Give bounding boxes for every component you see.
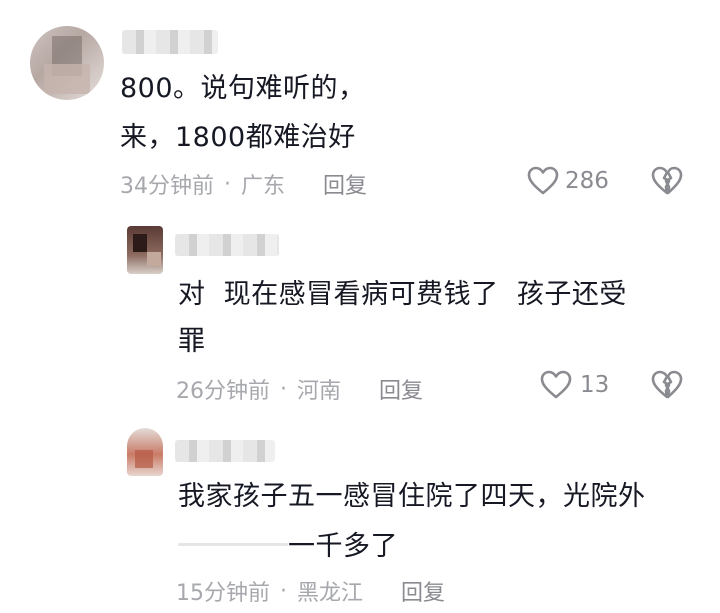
like-button[interactable]: 13 <box>540 370 609 400</box>
comment-text-line-2: 罪 <box>178 326 206 357</box>
comment-meta: 34分钟前 · 广东 回复 <box>120 168 367 200</box>
meta-separator: · <box>280 376 287 402</box>
comment-1: 800。说句难听的， 来，1800都难治好 34分钟前 · 广东 回复 286 <box>0 0 720 210</box>
username-redacted[interactable] <box>175 234 279 256</box>
dislike-button[interactable] <box>651 370 683 404</box>
comment-location: 黑龙江 <box>297 581 364 606</box>
comment-time: 15分钟前 <box>176 581 270 606</box>
comment-time: 26分钟前 <box>176 379 270 404</box>
comment-text-line-1: 对 现在感冒看病可费钱了 孩子还受 <box>178 279 627 310</box>
like-count: 286 <box>565 168 609 194</box>
meta-separator: · <box>280 578 287 604</box>
like-button[interactable]: 286 <box>527 166 609 196</box>
heart-outline-icon <box>540 370 572 399</box>
comment-location: 广东 <box>241 174 286 199</box>
reply-button[interactable]: 回复 <box>379 373 423 405</box>
like-count: 13 <box>580 372 610 398</box>
comment-text-line-2: 一千多了 <box>288 531 398 562</box>
comment-meta: 15分钟前 · 黑龙江 回复 <box>176 575 445 607</box>
comment-location: 河南 <box>297 379 342 404</box>
comment-3: 我家孩子五一感冒住院了四天，光院外 一千多了 15分钟前 · 黑龙江 回复 <box>0 410 720 613</box>
broken-heart-icon <box>651 370 683 399</box>
comment-time: 34分钟前 <box>120 174 214 199</box>
comment-2: 对 现在感冒看病可费钱了 孩子还受 罪 26分钟前 · 河南 回复 13 <box>0 210 720 410</box>
comment-text-line-2: 来，1800都难治好 <box>120 122 356 153</box>
reply-button[interactable]: 回复 <box>401 575 445 607</box>
username-redacted[interactable] <box>175 440 275 462</box>
avatar[interactable] <box>30 26 104 100</box>
broken-heart-icon <box>651 166 683 195</box>
redaction-mark <box>178 543 288 546</box>
username-redacted[interactable] <box>122 30 218 54</box>
comment-meta: 26分钟前 · 河南 回复 <box>176 373 423 405</box>
comment-text-line-1: 我家孩子五一感冒住院了四天，光院外 <box>178 481 646 512</box>
avatar[interactable] <box>127 226 163 274</box>
heart-outline-icon <box>527 166 559 195</box>
dislike-button[interactable] <box>651 166 683 200</box>
comment-text-line-1: 800。说句难听的， <box>120 73 366 104</box>
avatar[interactable] <box>127 428 163 476</box>
reply-button[interactable]: 回复 <box>323 168 367 200</box>
meta-separator: · <box>224 171 231 197</box>
